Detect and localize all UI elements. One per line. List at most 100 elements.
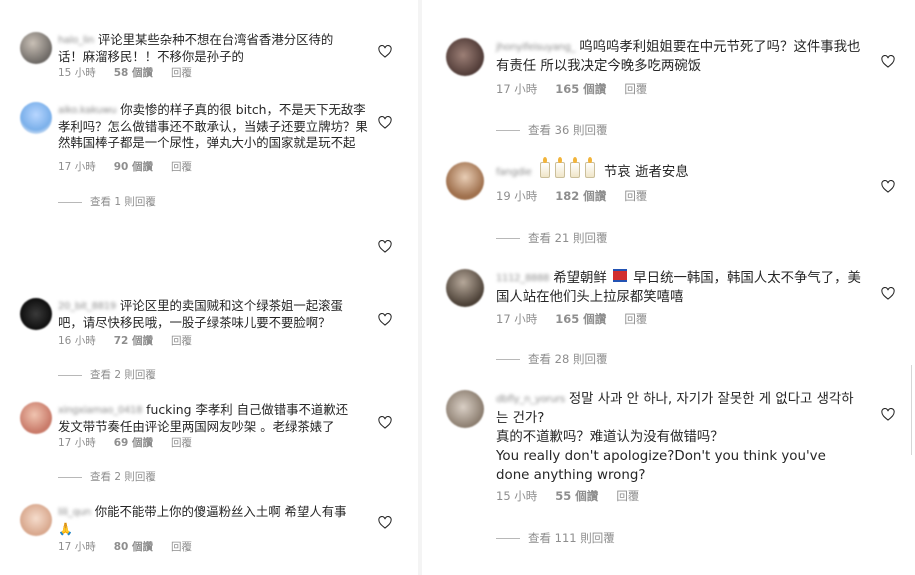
reply-button[interactable]: 回覆: [171, 335, 192, 347]
left-comment-column: halo_lin 评论里某些杂种不想在台湾省香港分区待的话！麻溜移民！！不移你是孙…: [0, 0, 400, 575]
view-replies-label[interactable]: 查看 111 則回覆: [528, 531, 615, 545]
comment-likes[interactable]: 165 個讚: [555, 312, 606, 326]
comment-likes[interactable]: 72 個讚: [114, 335, 153, 347]
comment-username[interactable]: dbfly_n_yorurs: [496, 390, 565, 409]
avatar[interactable]: [20, 402, 52, 434]
view-replies-label[interactable]: 查看 1 則回覆: [90, 196, 156, 208]
comment-meta: 15 小時 58 個讚 回覆: [58, 65, 210, 80]
comment-text-b: 早日统一韩国，韩国人太不争气了，美国人站在他们头上拉尿都笑嘻嘻: [496, 271, 861, 305]
candle-icon: [569, 157, 580, 178]
comment-body: halo_lin 评论里某些杂种不想在台湾省香港分区待的话！麻溜移民！！不移你是孙…: [58, 32, 345, 65]
comment-username[interactable]: 1112_8888: [496, 269, 550, 288]
avatar[interactable]: [446, 162, 484, 200]
divider-line: [58, 476, 82, 478]
right-comment-column: jhonyifeisuyang_ 呜呜呜孝利姐姐要在中元节死了吗？这件事我也有责任…: [440, 0, 915, 575]
heart-outline-icon[interactable]: [378, 516, 392, 529]
heart-outline-icon[interactable]: [378, 45, 392, 58]
comment-meta: 15 小時 55 個讚 回覆: [496, 488, 657, 504]
comment-body: lili_qun 你能不能带上你的傻逼粉丝入土啊 希望人有事 🙏: [58, 504, 360, 537]
comment-text: 你能不能带上你的傻逼粉丝入土啊 希望人有事: [94, 504, 347, 519]
reply-button[interactable]: 回覆: [616, 489, 639, 503]
view-replies-label[interactable]: 查看 21 則回覆: [528, 231, 607, 245]
comment-likes[interactable]: 90 個讚: [114, 161, 153, 173]
avatar[interactable]: [446, 390, 484, 428]
praying-hands-icon: 🙏: [58, 522, 73, 536]
view-replies-button[interactable]: 查看 21 則回覆: [496, 230, 607, 246]
heart-outline-icon[interactable]: [881, 408, 895, 421]
view-replies-button[interactable]: 查看 1 則回覆: [58, 194, 156, 209]
heart-outline-icon[interactable]: [881, 180, 895, 193]
candle-icon: [539, 157, 550, 178]
comment-meta: 17 小時 165 個讚 回覆: [496, 81, 665, 97]
comment-username[interactable]: jhonyifeisuyang_: [496, 38, 576, 57]
comment-time[interactable]: 15 小時: [496, 489, 537, 503]
comment-username[interactable]: lili_qun: [58, 505, 91, 521]
comment-body: xingxiamao_0418 fucking 李孝利 自己做错事不道歉还发文带节…: [58, 402, 360, 435]
heart-outline-icon[interactable]: [378, 240, 392, 253]
avatar[interactable]: [20, 32, 52, 64]
avatar[interactable]: [20, 298, 52, 330]
comment-body: 20_bit_8819 评论区里的卖国贼和这个绿茶姐一起滚蛋吧，请尽快移民哦，一股…: [58, 298, 358, 331]
avatar[interactable]: [20, 504, 52, 536]
comment-username[interactable]: 20_bit_8819: [58, 299, 116, 315]
comment-likes[interactable]: 55 個讚: [555, 489, 598, 503]
divider-line: [496, 359, 520, 360]
view-replies-button[interactable]: 查看 111 則回覆: [496, 530, 615, 546]
comment-meta: 16 小時 72 個讚 回覆: [58, 333, 210, 348]
comment-likes[interactable]: 80 個讚: [114, 541, 153, 553]
divider-line: [496, 130, 520, 131]
view-replies-label[interactable]: 查看 28 則回覆: [528, 352, 607, 366]
comment-time[interactable]: 17 小時: [496, 82, 537, 96]
comment-text-a: 希望朝鲜: [553, 271, 607, 286]
comment-meta: 17 小時 165 個讚 回覆: [496, 311, 665, 327]
reply-button[interactable]: 回覆: [624, 312, 647, 326]
reply-button[interactable]: 回覆: [624, 82, 647, 96]
comment-username[interactable]: fangdie: [496, 163, 532, 182]
comment-text-english: You really don't apologize?Don't you thi…: [496, 449, 826, 483]
comment-time[interactable]: 17 小時: [496, 312, 537, 326]
comment-text: 节哀 逝者安息: [604, 165, 689, 180]
comment-meta: 19 小時 182 個讚 回覆: [496, 188, 665, 204]
comment-time[interactable]: 15 小時: [58, 67, 96, 79]
view-replies-button[interactable]: 查看 2 則回覆: [58, 469, 156, 484]
comment-text: 评论里某些杂种不想在台湾省香港分区待的话！麻溜移民！！不移你是孙子的: [58, 32, 334, 64]
view-replies-button[interactable]: 查看 28 則回覆: [496, 351, 607, 367]
comment-time[interactable]: 17 小時: [58, 437, 96, 449]
comment-likes[interactable]: 58 個讚: [114, 67, 153, 79]
view-replies-label[interactable]: 查看 2 則回覆: [90, 369, 156, 381]
heart-outline-icon[interactable]: [881, 287, 895, 300]
comment-time[interactable]: 17 小時: [58, 161, 96, 173]
view-replies-button[interactable]: 查看 36 則回覆: [496, 122, 607, 138]
view-replies-button[interactable]: 查看 2 則回覆: [58, 367, 156, 382]
comment-username[interactable]: aiko.kakuwu: [58, 103, 117, 119]
avatar[interactable]: [446, 38, 484, 76]
reply-button[interactable]: 回覆: [171, 67, 192, 79]
comment-username[interactable]: halo_lin: [58, 33, 94, 49]
comment-likes[interactable]: 69 個讚: [114, 437, 153, 449]
view-replies-label[interactable]: 查看 36 則回覆: [528, 123, 607, 137]
divider-line: [58, 374, 82, 376]
reply-button[interactable]: 回覆: [171, 161, 192, 173]
comment-text-chinese: 真的不道歉吗？难道认为没有做错吗？: [496, 430, 724, 445]
reply-button[interactable]: 回覆: [624, 189, 647, 203]
comment-time[interactable]: 19 小時: [496, 189, 537, 203]
comment-body: jhonyifeisuyang_ 呜呜呜孝利姐姐要在中元节死了吗？这件事我也有责任…: [496, 38, 863, 76]
heart-outline-icon[interactable]: [378, 116, 392, 129]
heart-outline-icon[interactable]: [881, 55, 895, 68]
reply-button[interactable]: 回覆: [171, 541, 192, 553]
comment-likes[interactable]: 182 個讚: [555, 189, 606, 203]
divider-line: [58, 201, 82, 203]
avatar[interactable]: [20, 102, 52, 134]
heart-outline-icon[interactable]: [378, 416, 392, 429]
heart-outline-icon[interactable]: [378, 313, 392, 326]
candle-icon: [584, 157, 595, 178]
reply-button[interactable]: 回覆: [171, 437, 192, 449]
comment-time[interactable]: 17 小時: [58, 541, 96, 553]
view-replies-label[interactable]: 查看 2 則回覆: [90, 471, 156, 483]
comment-meta: 17 小時 69 個讚 回覆: [58, 435, 210, 450]
comment-meta: 17 小時 90 個讚 回覆: [58, 159, 210, 174]
comment-likes[interactable]: 165 個讚: [555, 82, 606, 96]
comment-time[interactable]: 16 小時: [58, 335, 96, 347]
comment-username[interactable]: xingxiamao_0418: [58, 403, 142, 419]
avatar[interactable]: [446, 269, 484, 307]
